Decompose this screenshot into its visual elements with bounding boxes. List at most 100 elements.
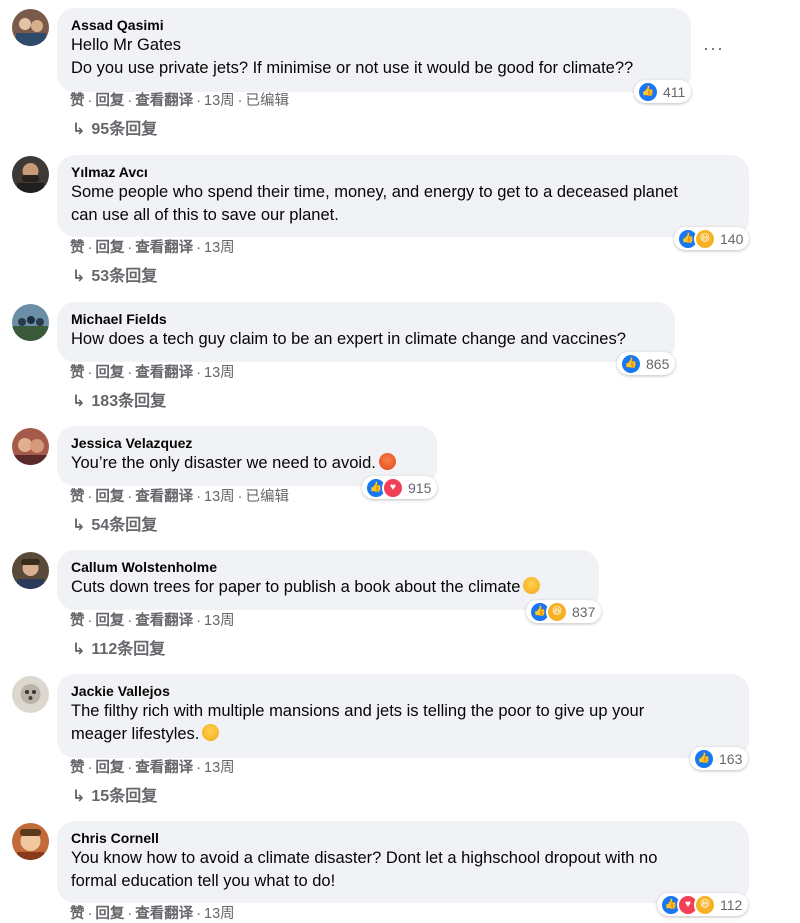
like-link[interactable]: 赞 [70,613,85,629]
timestamp[interactable]: 13周 [204,760,235,776]
view-replies-link[interactable]: ↳ 53条回复 [72,267,157,287]
like-link[interactable]: 赞 [70,760,85,776]
timestamp[interactable]: 13周 [204,906,235,922]
view-replies-link[interactable]: ↳ 112条回复 [72,640,165,660]
reaction-summary[interactable]: 👍 411 [634,80,692,103]
replies-count: 95条回复 [91,121,158,138]
like-reaction-icon: 👍 [693,747,715,770]
comment-text-content: You’re the only disaster we need to avoi… [71,454,376,472]
reply-link[interactable]: 回复 [95,760,124,776]
reaction-count: 163 [719,750,743,767]
reply-link[interactable]: 回复 [95,489,124,505]
view-replies-link[interactable]: ↳ 183条回复 [72,392,166,412]
like-reaction-icon: 👍 [620,352,642,375]
reply-link[interactable]: 回复 [95,365,124,381]
more-options-icon[interactable]: ··· [703,38,724,59]
timestamp[interactable]: 13周 [204,489,235,505]
comment-author[interactable]: Jackie Vallejos [71,682,735,700]
comment-author[interactable]: Jessica Velazquez [71,434,423,452]
avatar[interactable] [12,156,49,193]
reaction-summary[interactable]: 👍 ♥ 😆 112 [657,893,749,916]
comment-actions: 赞 · 回复 · 查看翻译 · 13周 [70,760,235,776]
comment-text: You’re the only disaster we need to avoi… [71,452,423,475]
angry-emoji-icon [378,453,396,470]
replies-count: 53条回复 [91,268,158,285]
reaction-count: 411 [663,83,686,100]
replies-count: 112条回复 [91,641,166,658]
comment-text: Cuts down trees for paper to publish a b… [71,576,585,599]
reply-link[interactable]: 回复 [95,93,124,109]
comment-text: Some people who spend their time, money,… [71,183,678,201]
comment-text: You know how to avoid a climate disaster… [71,849,658,867]
replies-count: 183条回复 [91,393,167,410]
reaction-count: 837 [572,603,596,620]
avatar[interactable] [12,823,49,860]
comment-actions: 赞 · 回复 · 查看翻译 · 13周 [70,906,235,922]
timestamp[interactable]: 13周 [204,613,235,629]
translate-link[interactable]: 查看翻译 [135,906,193,922]
replies-count: 15条回复 [91,788,158,805]
comment-bubble: Yılmaz Avcı Some people who spend their … [57,155,749,237]
comment-actions: 赞 · 回复 · 查看翻译 · 13周 [70,240,235,256]
like-link[interactable]: 赞 [70,489,85,505]
edited-label: 已编辑 [245,93,290,109]
comment-bubble: Callum Wolstenholme Cuts down trees for … [57,550,599,610]
crying-laughing-emoji-icon [202,724,220,741]
reaction-summary[interactable]: 👍 😆 140 [674,227,750,250]
comment-text: can use all of this to save our planet. [71,206,339,224]
comment-actions: 赞 · 回复 · 查看翻译 · 13周 · 已编辑 [70,489,290,505]
comment-author[interactable]: Michael Fields [71,310,661,328]
like-link[interactable]: 赞 [70,93,85,109]
comment-text: How does a tech guy claim to be an exper… [71,330,626,348]
reaction-count: 112 [720,896,743,913]
reaction-count: 865 [646,355,670,372]
like-link[interactable]: 赞 [70,906,85,922]
comment-text-content: Cuts down trees for paper to publish a b… [71,578,521,596]
translate-link[interactable]: 查看翻译 [135,613,193,629]
comment-author[interactable]: Callum Wolstenholme [71,558,585,576]
translate-link[interactable]: 查看翻译 [135,365,193,381]
translate-link[interactable]: 查看翻译 [135,489,193,505]
reply-arrow-icon: ↳ [72,393,86,410]
reply-arrow-icon: ↳ [72,788,86,805]
comment-bubble: Chris Cornell You know how to avoid a cl… [57,821,749,903]
view-replies-link[interactable]: ↳ 95条回复 [72,120,157,140]
reaction-summary[interactable]: 👍 ♥ 915 [362,476,438,499]
like-link[interactable]: 赞 [70,365,85,381]
reply-link[interactable]: 回复 [95,906,124,922]
comment-author[interactable]: Chris Cornell [71,829,735,847]
comment-text: formal education tell you what to do! [71,872,336,890]
timestamp[interactable]: 13周 [204,93,235,109]
avatar[interactable] [12,304,49,341]
comment-text: Do you use private jets? If minimise or … [71,59,634,77]
crying-laughing-emoji-icon [523,577,541,594]
view-replies-link[interactable]: ↳ 15条回复 [72,787,157,807]
view-replies-link[interactable]: ↳ 54条回复 [72,516,157,536]
like-link[interactable]: 赞 [70,240,85,256]
avatar[interactable] [12,428,49,465]
edited-label: 已编辑 [245,489,290,505]
reply-arrow-icon: ↳ [72,121,86,138]
timestamp[interactable]: 13周 [204,240,235,256]
reply-arrow-icon: ↳ [72,641,86,658]
avatar[interactable] [12,9,49,46]
reply-link[interactable]: 回复 [95,613,124,629]
reaction-summary[interactable]: 👍 😆 837 [526,600,602,623]
haha-reaction-icon: 😆 [546,600,568,623]
reaction-summary[interactable]: 👍 163 [690,747,749,770]
haha-reaction-icon: 😆 [694,893,716,916]
comment-text: meager lifestyles. [71,723,735,746]
reaction-summary[interactable]: 👍 865 [617,352,676,375]
comment-author[interactable]: Yılmaz Avcı [71,163,735,181]
avatar[interactable] [12,552,49,589]
translate-link[interactable]: 查看翻译 [135,93,193,109]
comment-actions: 赞 · 回复 · 查看翻译 · 13周 [70,613,235,629]
reply-link[interactable]: 回复 [95,240,124,256]
translate-link[interactable]: 查看翻译 [135,240,193,256]
reaction-count: 915 [408,479,432,496]
comment-author[interactable]: Assad Qasimi [71,16,677,34]
avatar[interactable] [12,676,49,713]
timestamp[interactable]: 13周 [204,365,235,381]
translate-link[interactable]: 查看翻译 [135,760,193,776]
reaction-count: 140 [720,230,744,247]
